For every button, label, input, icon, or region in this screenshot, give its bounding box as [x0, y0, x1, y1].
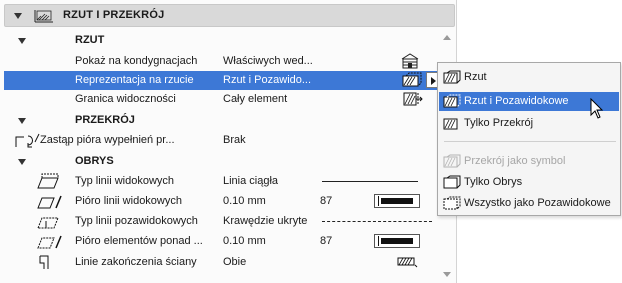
section-rzut[interactable]: RZUT — [4, 31, 440, 50]
mouse-cursor-icon — [590, 98, 604, 119]
overhead-line-type-icon — [37, 217, 59, 229]
scroll-down-icon[interactable] — [443, 272, 451, 277]
wall-end-lines-icon — [39, 255, 49, 269]
projection-icon — [443, 70, 461, 84]
menu-item-rzut[interactable]: Rzut — [439, 68, 619, 87]
row-label: Typ linii widokowych — [75, 175, 175, 187]
menu-item-label: Wszystko jako Pozawidokowe — [464, 197, 611, 209]
pen-number[interactable]: 87 — [320, 235, 332, 247]
menu-item-tylko-obrys[interactable]: Tylko Obrys — [439, 173, 619, 192]
section-title-obrys: OBRYS — [75, 155, 114, 167]
row-label: Typ linii pozawidokowych — [75, 215, 198, 227]
visibility-limit-icon[interactable] — [401, 91, 423, 107]
swatch-tick — [378, 236, 379, 246]
collapse-triangle-icon[interactable] — [18, 118, 26, 124]
row-linie-zakonczenia-sciany[interactable]: Linie zakończenia ściany Obie — [4, 253, 440, 272]
section-only-icon — [443, 118, 458, 130]
row-label: Linie zakończenia ściany — [75, 256, 197, 268]
dashed-line-preview — [322, 221, 432, 222]
panel-header-rzut-i-przekroj[interactable]: RZUT I PRZEKRÓJ — [4, 4, 455, 27]
panel-title: RZUT I PRZEKRÓJ — [63, 9, 165, 21]
row-value[interactable]: Brak — [223, 134, 246, 146]
arrow-right-icon — [431, 77, 436, 85]
row-value[interactable]: 0.10 mm — [223, 235, 266, 247]
collapse-triangle-icon[interactable] — [18, 159, 26, 165]
menu-item-label: Przekrój jako symbol — [464, 155, 566, 167]
row-value[interactable]: Rzut i Pozawido... — [223, 74, 311, 86]
wall-end-option-icon[interactable] — [396, 254, 418, 270]
row-label: Pióro elementów ponad ... — [75, 235, 203, 247]
row-label: Granica widoczności — [75, 93, 176, 105]
cut-projected-icon[interactable] — [401, 72, 423, 88]
pen-number[interactable]: 87 — [320, 195, 332, 207]
collapse-triangle-icon[interactable] — [14, 13, 22, 19]
menu-item-przekroj-jako-symbol: Przekrój jako symbol — [439, 152, 619, 171]
section-obrys[interactable]: OBRYS — [4, 152, 440, 171]
row-typ-linii-pozawidokowych[interactable]: Typ linii pozawidokowych Krawędzie ukryt… — [4, 212, 440, 231]
row-value[interactable]: 0.10 mm — [223, 195, 266, 207]
row-label: Zastąp pióra wypełnień pr... — [40, 134, 175, 146]
row-zastap-piora[interactable]: Zastąp pióra wypełnień pr... Brak — [4, 131, 440, 150]
section-title-przekroj: PRZEKRÓJ — [75, 114, 135, 126]
menu-item-label: Rzut i Pozawidokowe — [464, 95, 569, 107]
row-pioro-linii-widokowych[interactable]: Pióro linii widokowych 0.10 mm 87 — [4, 192, 440, 211]
overhead-pen-icon — [37, 235, 62, 249]
row-value[interactable]: Cały element — [223, 93, 287, 105]
row-value[interactable]: Linia ciągła — [223, 175, 278, 187]
section-symbol-icon — [443, 154, 461, 168]
settings-panel: RZUT I PRZEKRÓJ RZUT Pokaż na kondygnacj… — [0, 0, 457, 283]
all-overhead-icon — [443, 196, 461, 210]
row-typ-linii-widokowych[interactable]: Typ linii widokowych Linia ciągła — [4, 172, 440, 191]
scroll-up-icon[interactable] — [443, 35, 451, 40]
menu-separator — [444, 141, 616, 142]
menu-item-wszystko-jako-pozawidokowe[interactable]: Wszystko jako Pozawidokowe — [439, 194, 619, 213]
row-value[interactable]: Właściwych wed... — [223, 55, 313, 67]
outline-only-icon — [443, 175, 461, 189]
menu-item-label: Rzut — [464, 71, 487, 83]
row-value[interactable]: Krawędzie ukryte — [223, 215, 307, 227]
row-pokaz-na-kondygnacjach[interactable]: Pokaż na kondygnacjach Właściwych wed... — [4, 52, 440, 71]
row-label: Pióro linii widokowych — [75, 195, 182, 207]
row-granica-widocznosci[interactable]: Granica widoczności Cały element — [4, 90, 440, 109]
pen-color-swatch[interactable] — [374, 194, 420, 208]
row-pioro-elementow-ponad[interactable]: Pióro elementów ponad ... 0.10 mm 87 — [4, 232, 440, 251]
section-przekroj[interactable]: PRZEKRÓJ — [4, 111, 440, 130]
override-pen-icon — [15, 133, 40, 148]
menu-item-label: Tylko Obrys — [464, 176, 523, 188]
floor-plan-section-icon — [34, 10, 53, 23]
row-value[interactable]: Obie — [223, 256, 246, 268]
row-label: Pokaż na kondygnacjach — [75, 55, 198, 67]
collapse-triangle-icon[interactable] — [18, 38, 26, 44]
row-reprezentacja-na-rzucie[interactable]: Reprezentacja na rzucie Rzut i Pozawido.… — [4, 71, 440, 90]
pen-color-swatch[interactable] — [374, 234, 420, 248]
solid-line-preview — [322, 181, 418, 182]
swatch-tick — [378, 196, 379, 206]
representation-popup-menu: Rzut Rzut i Pozawidokowe Tylko Przekrój … — [437, 62, 621, 216]
visible-line-type-icon — [37, 173, 59, 189]
row-label: Reprezentacja na rzucie — [75, 74, 194, 86]
swatch-bar — [381, 238, 413, 244]
section-title-rzut: RZUT — [75, 34, 105, 46]
visible-line-pen-icon — [37, 195, 62, 209]
stories-icon[interactable] — [399, 53, 421, 69]
swatch-bar — [381, 198, 413, 204]
projection-overhead-icon — [443, 94, 461, 108]
menu-item-label: Tylko Przekrój — [464, 117, 534, 129]
